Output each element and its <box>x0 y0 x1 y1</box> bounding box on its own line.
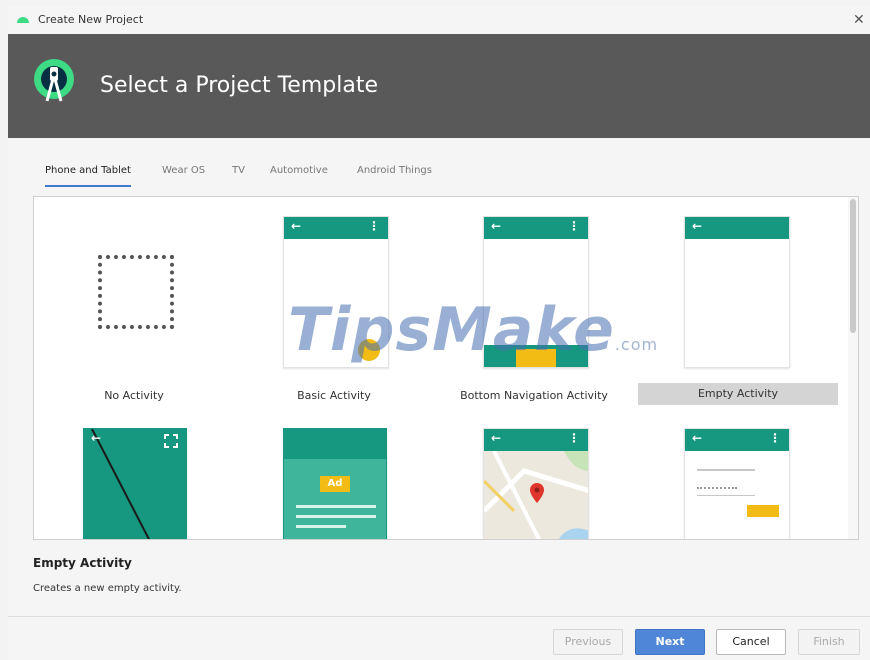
overflow-menu-icon: ⋮ <box>568 431 580 445</box>
back-arrow-icon: ← <box>291 219 302 233</box>
template-empty-activity[interactable]: ← Empty Activity <box>638 197 838 407</box>
tab-wear-os[interactable]: Wear OS <box>162 165 205 187</box>
tab-android-things[interactable]: Android Things <box>357 165 432 187</box>
close-icon[interactable]: ✕ <box>853 12 865 28</box>
tab-automotive[interactable]: Automotive <box>270 165 328 187</box>
app-bar: ← <box>685 217 789 239</box>
fullscreen-icon <box>164 434 178 448</box>
finish-button[interactable]: Finish <box>798 629 860 655</box>
text-line <box>296 515 376 518</box>
back-arrow-icon: ← <box>491 219 502 233</box>
overflow-menu-icon: ⋮ <box>568 219 580 233</box>
phone-preview: Ad <box>283 428 387 539</box>
app-bar: ← ⋮ <box>484 217 588 239</box>
text-line <box>296 505 376 508</box>
selection-info: Empty Activity Creates a new empty activ… <box>33 556 182 594</box>
template-label: No Activity <box>104 389 164 402</box>
tab-tv[interactable]: TV <box>232 165 245 187</box>
next-button[interactable]: Next <box>635 629 705 655</box>
watermark: TipsMake.com <box>288 295 658 365</box>
app-bar: ← ⋮ <box>284 217 388 239</box>
map-pin-icon <box>530 483 544 503</box>
text-line <box>296 525 346 528</box>
template-google-admob-ads-activity[interactable]: Ad <box>234 407 434 539</box>
template-grid: No Activity ← ⋮ Basic Activity ← ⋮ Botto… <box>33 196 859 540</box>
app-bar: ← ⋮ <box>685 429 789 451</box>
login-button-preview <box>747 505 779 517</box>
scrollbar-thumb[interactable] <box>850 199 856 333</box>
username-field-line <box>697 469 755 471</box>
watermark-text: TipsMake <box>288 295 615 365</box>
template-login-activity[interactable]: ← ⋮ <box>638 407 838 539</box>
selected-template-title: Empty Activity <box>33 556 132 570</box>
watermark-suffix: .com <box>614 335 659 354</box>
no-activity-placeholder <box>98 255 174 329</box>
back-arrow-icon: ← <box>91 431 102 445</box>
window-title: Create New Project <box>38 13 144 26</box>
title-bar: Create New Project ✕ <box>8 6 870 34</box>
password-field-line <box>697 495 755 496</box>
vertical-scrollbar[interactable] <box>848 197 858 539</box>
android-studio-icon <box>34 59 74 102</box>
ad-badge: Ad <box>320 476 350 492</box>
phone-preview: ← ⋮ <box>684 428 790 539</box>
overflow-menu-icon: ⋮ <box>368 219 380 233</box>
back-arrow-icon: ← <box>491 431 502 445</box>
template-label: Empty Activity <box>638 383 838 405</box>
selected-template-description: Creates a new empty activity. <box>33 583 182 594</box>
android-icon <box>17 17 29 23</box>
template-google-maps-activity[interactable]: ← ⋮ <box>434 407 634 539</box>
phone-preview: ← ⋮ <box>483 428 589 539</box>
cancel-button[interactable]: Cancel <box>716 629 786 655</box>
password-field-dots <box>697 487 737 489</box>
previous-button[interactable]: Previous <box>553 629 623 655</box>
app-bar: ← ⋮ <box>484 429 588 451</box>
back-arrow-icon: ← <box>692 219 703 233</box>
header-banner: Select a Project Template <box>8 34 870 138</box>
phone-preview: ← <box>684 216 790 368</box>
template-label: Basic Activity <box>297 389 371 402</box>
phone-preview: ← <box>83 428 187 539</box>
page-title: Select a Project Template <box>100 73 378 98</box>
footer-divider <box>8 616 870 617</box>
template-fullscreen-activity[interactable]: ← <box>34 407 234 539</box>
template-label: Bottom Navigation Activity <box>460 389 608 402</box>
tab-phone-and-tablet[interactable]: Phone and Tablet <box>45 165 131 187</box>
back-arrow-icon: ← <box>692 431 703 445</box>
template-no-activity[interactable]: No Activity <box>34 197 234 407</box>
overflow-menu-icon: ⋮ <box>769 431 781 445</box>
